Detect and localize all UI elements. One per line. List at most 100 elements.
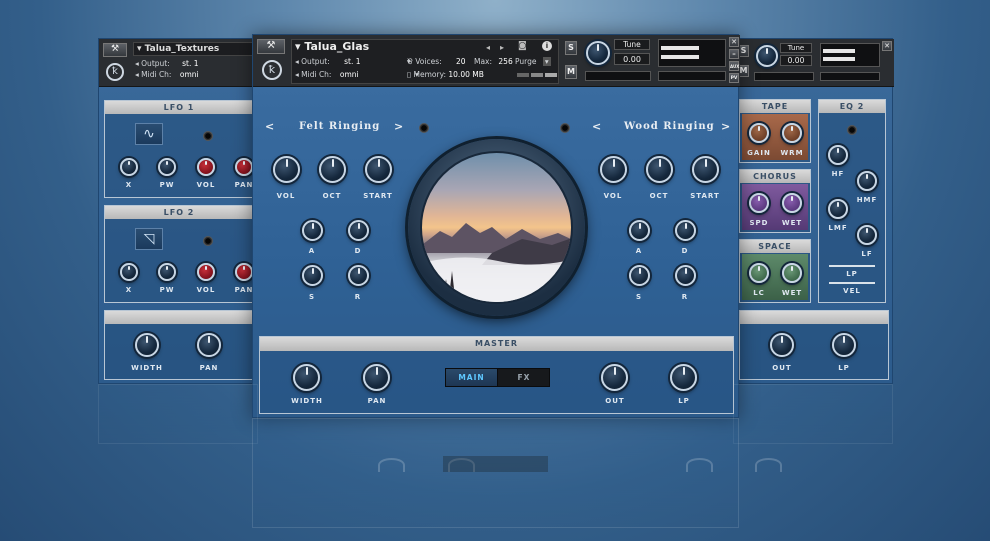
master-lp-knob[interactable] <box>670 364 697 391</box>
right-tune-knob[interactable] <box>756 45 778 67</box>
eq2-lmf-knob[interactable] <box>828 199 848 219</box>
left-oct-label: OCT <box>322 192 342 200</box>
right-close-button[interactable]: ✕ <box>882 41 892 51</box>
lfo2-pan-knob[interactable] <box>235 263 253 281</box>
left-bottom-section: WIDTH PAN <box>104 310 254 380</box>
right-tune-value[interactable]: 0.00 <box>780 55 812 66</box>
ramp-wave-icon[interactable]: ◹ <box>135 228 163 250</box>
eq2-section: EQ 2 HF HMF LMF LF LP VEL <box>818 99 886 303</box>
next-instrument-icon[interactable]: ▸ <box>500 42 504 53</box>
chorus-wet-knob[interactable] <box>782 193 802 213</box>
left-release-knob[interactable] <box>348 265 369 286</box>
tune-value[interactable]: 0.00 <box>614 53 650 65</box>
camera-icon[interactable]: ◙ <box>518 41 527 52</box>
eq2-vel-label: VEL <box>843 287 861 295</box>
eq2-hf-knob[interactable] <box>828 145 848 165</box>
sine-wave-icon[interactable]: ∿ <box>135 123 163 145</box>
right-start-knob[interactable] <box>692 156 719 183</box>
left-attack-label: A <box>308 247 316 255</box>
tape-wrm-knob[interactable] <box>782 123 802 143</box>
aux-button[interactable]: AUX <box>729 61 739 71</box>
pv-button[interactable]: PV <box>729 73 739 83</box>
info-icon[interactable]: i <box>542 41 552 51</box>
main-title: Talua_Glas <box>304 40 370 53</box>
purge-dropdown[interactable]: Purge ▾ <box>515 57 551 66</box>
left-instrument-header: ⚒ ꝁ ▾ Talua_Textures ◂ Output: st. 1 ◂ M… <box>99 39 259 87</box>
eq2-lmf-label: LMF <box>828 224 848 232</box>
left-sustain-knob[interactable] <box>302 265 323 286</box>
space-lc-knob[interactable] <box>749 263 769 283</box>
right-volume-slider[interactable] <box>820 72 880 81</box>
master-pan-knob[interactable] <box>363 364 390 391</box>
right-attack-knob[interactable] <box>629 220 650 241</box>
left-midi-row[interactable]: ◂ Midi Ch: omni <box>135 70 199 79</box>
right-layer-next[interactable]: > <box>721 120 730 133</box>
pan-slider[interactable] <box>585 71 651 81</box>
right-sustain-label: S <box>635 293 643 301</box>
left-attack-knob[interactable] <box>302 220 323 241</box>
right-layer-prev[interactable]: < <box>592 120 601 133</box>
mute-button[interactable]: M <box>565 65 577 79</box>
eq2-vel-slider[interactable] <box>829 282 875 284</box>
left-layer-jack[interactable] <box>419 123 429 133</box>
left-width-label: WIDTH <box>131 364 163 372</box>
lfo1-pw-knob[interactable] <box>158 158 176 176</box>
main-midi-row[interactable]: ◂ Midi Ch: omni ▾ <box>295 70 419 79</box>
left-oct-knob[interactable] <box>319 156 346 183</box>
level-meter <box>658 39 726 67</box>
lfo1-x-knob[interactable] <box>120 158 138 176</box>
lfo1-pan-knob[interactable] <box>235 158 253 176</box>
space-wet-knob[interactable] <box>782 263 802 283</box>
left-instrument-window: ⚒ ꝁ ▾ Talua_Textures ◂ Output: st. 1 ◂ M… <box>98 38 259 384</box>
right-out-knob[interactable] <box>770 333 794 357</box>
master-lp-label: LP <box>678 397 690 405</box>
space-title: SPACE <box>740 240 810 253</box>
chorus-spd-knob[interactable] <box>749 193 769 213</box>
eq2-jack[interactable] <box>847 125 857 135</box>
left-start-knob[interactable] <box>365 156 392 183</box>
master-out-knob[interactable] <box>601 364 628 391</box>
prev-instrument-icon[interactable]: ◂ <box>486 42 490 53</box>
tab-fx[interactable]: FX <box>498 369 550 386</box>
tune-knob[interactable] <box>586 41 610 65</box>
eq2-lf-knob[interactable] <box>857 225 877 245</box>
lfo1-vol-knob[interactable] <box>197 158 215 176</box>
right-oct-knob[interactable] <box>646 156 673 183</box>
left-layer-next[interactable]: > <box>394 120 403 133</box>
main-output-row[interactable]: ◂ Output: st. 1 ▾ <box>295 57 411 66</box>
tape-gain-knob[interactable] <box>749 123 769 143</box>
lfo2-jack[interactable] <box>203 236 213 246</box>
left-width-knob[interactable] <box>135 333 159 357</box>
eq2-lp-slider[interactable] <box>829 265 875 267</box>
right-lp-knob[interactable] <box>832 333 856 357</box>
eq2-hmf-knob[interactable] <box>857 171 877 191</box>
left-output-row[interactable]: ◂ Output: st. 1 <box>135 59 199 68</box>
left-decay-knob[interactable] <box>348 220 369 241</box>
volume-slider[interactable] <box>658 71 726 81</box>
right-decay-knob[interactable] <box>675 220 696 241</box>
lfo2-x-knob[interactable] <box>120 263 138 281</box>
right-attack-label: A <box>635 247 643 255</box>
right-vol-knob[interactable] <box>600 156 627 183</box>
master-width-knob[interactable] <box>293 364 320 391</box>
right-lp-label: LP <box>838 364 850 372</box>
left-title-field[interactable]: ▾ Talua_Textures <box>133 42 259 56</box>
minimize-button[interactable]: – <box>729 49 739 59</box>
wrench-icon[interactable]: ⚒ <box>257 39 285 54</box>
right-pan-slider[interactable] <box>754 72 814 81</box>
right-release-knob[interactable] <box>675 265 696 286</box>
left-layer-prev[interactable]: < <box>265 120 274 133</box>
lfo1-jack[interactable] <box>203 131 213 141</box>
close-button[interactable]: ✕ <box>729 37 739 47</box>
wrench-icon[interactable]: ⚒ <box>103 43 127 57</box>
right-sustain-knob[interactable] <box>629 265 650 286</box>
left-pan-knob[interactable] <box>197 333 221 357</box>
lfo2-pw-knob[interactable] <box>158 263 176 281</box>
left-start-label: START <box>363 192 393 200</box>
tab-main[interactable]: MAIN <box>446 369 498 386</box>
lfo2-vol-knob[interactable] <box>197 263 215 281</box>
right-layer-jack[interactable] <box>560 123 570 133</box>
solo-button[interactable]: S <box>565 41 577 55</box>
main-instrument-window: ⚒ ꝁ ▾ Talua_Glas ◂ ▸ ◙ i ◂ Output: st. 1… <box>252 34 740 418</box>
left-vol-knob[interactable] <box>273 156 300 183</box>
